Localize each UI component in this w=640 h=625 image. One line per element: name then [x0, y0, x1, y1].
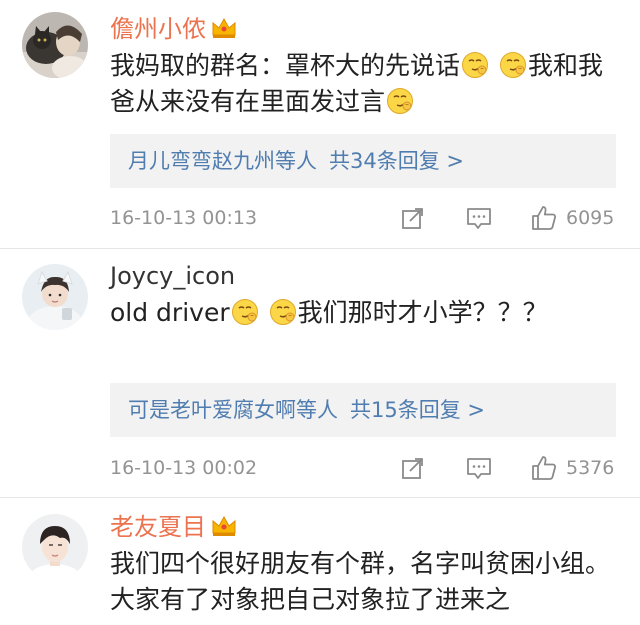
smirk-emoji-icon: [499, 51, 527, 79]
username[interactable]: Joycy_icon: [110, 261, 235, 291]
comment-icon[interactable]: [466, 455, 492, 481]
comment-text-part: 我妈取的群名：罩杯大的先说话: [110, 51, 461, 80]
comment-meta: 16-10-13 00:13 6095: [110, 203, 620, 233]
comment-item: 老友夏目 我们四个很好朋友有个群，名字叫贫困小组。大家有了对象把自己对象拉了进来…: [0, 498, 640, 625]
reply-summary-box[interactable]: 可是老叶爱腐女啊等人 共15条回复 >: [110, 383, 616, 437]
username-text[interactable]: 老友夏目: [110, 513, 206, 541]
avatar[interactable]: [22, 264, 88, 330]
comment-text-part: 我们那时才小学？？？: [297, 298, 548, 327]
avatar[interactable]: [22, 12, 88, 78]
comment-item: 儋州小侬 我妈取的群名：罩杯大的先说话 我和我爸从来没有在里面发过言 月儿弯弯赵…: [0, 0, 640, 248]
reply-summary-box[interactable]: 月儿弯弯赵九州等人 共34条回复 >: [110, 134, 616, 188]
smirk-emoji-icon: [269, 298, 297, 326]
comment-text: 我们四个很好朋友有个群，名字叫贫困小组。大家有了对象把自己对象拉了进来之: [110, 546, 625, 618]
comment-text-part: 我们四个很好朋友有个群，名字叫贫困小组。大家有了对象把自己对象拉了进来之: [110, 549, 611, 614]
smirk-emoji-icon: [386, 87, 414, 115]
reply-users[interactable]: 月儿弯弯赵九州等人: [128, 149, 317, 173]
repost-icon[interactable]: [400, 455, 426, 481]
username[interactable]: 老友夏目: [110, 512, 238, 542]
comment-icon[interactable]: [466, 205, 492, 231]
comment-meta: 16-10-13 00:02 5376: [110, 453, 620, 483]
crown-icon: [210, 16, 238, 40]
crown-icon: [210, 514, 238, 538]
username[interactable]: 儋州小侬: [110, 14, 238, 44]
repost-icon[interactable]: [400, 205, 426, 231]
avatar[interactable]: [22, 514, 88, 580]
like-count[interactable]: 6095: [566, 203, 614, 233]
smirk-emoji-icon: [461, 51, 489, 79]
like-count[interactable]: 5376: [566, 453, 614, 483]
comment-item: Joycy_icon old driver 我们那时才小学？？？ 可是老叶爱腐女…: [0, 249, 640, 497]
username-text[interactable]: Joycy_icon: [110, 262, 235, 290]
comment-text: old driver 我们那时才小学？？？: [110, 295, 625, 331]
thumbs-up-icon[interactable]: [531, 205, 557, 231]
username-text[interactable]: 儋州小侬: [110, 15, 206, 43]
smirk-emoji-icon: [231, 298, 259, 326]
thumbs-up-icon[interactable]: [531, 455, 557, 481]
reply-users[interactable]: 可是老叶爱腐女啊等人: [128, 398, 338, 422]
comment-time: 16-10-13 00:13: [110, 207, 258, 229]
reply-count-link[interactable]: 共15条回复 >: [350, 398, 485, 422]
comment-time: 16-10-13 00:02: [110, 457, 258, 479]
comment-text-part: old driver: [110, 298, 230, 327]
comment-text: 我妈取的群名：罩杯大的先说话 我和我爸从来没有在里面发过言: [110, 48, 625, 120]
reply-count-link[interactable]: 共34条回复 >: [329, 149, 464, 173]
